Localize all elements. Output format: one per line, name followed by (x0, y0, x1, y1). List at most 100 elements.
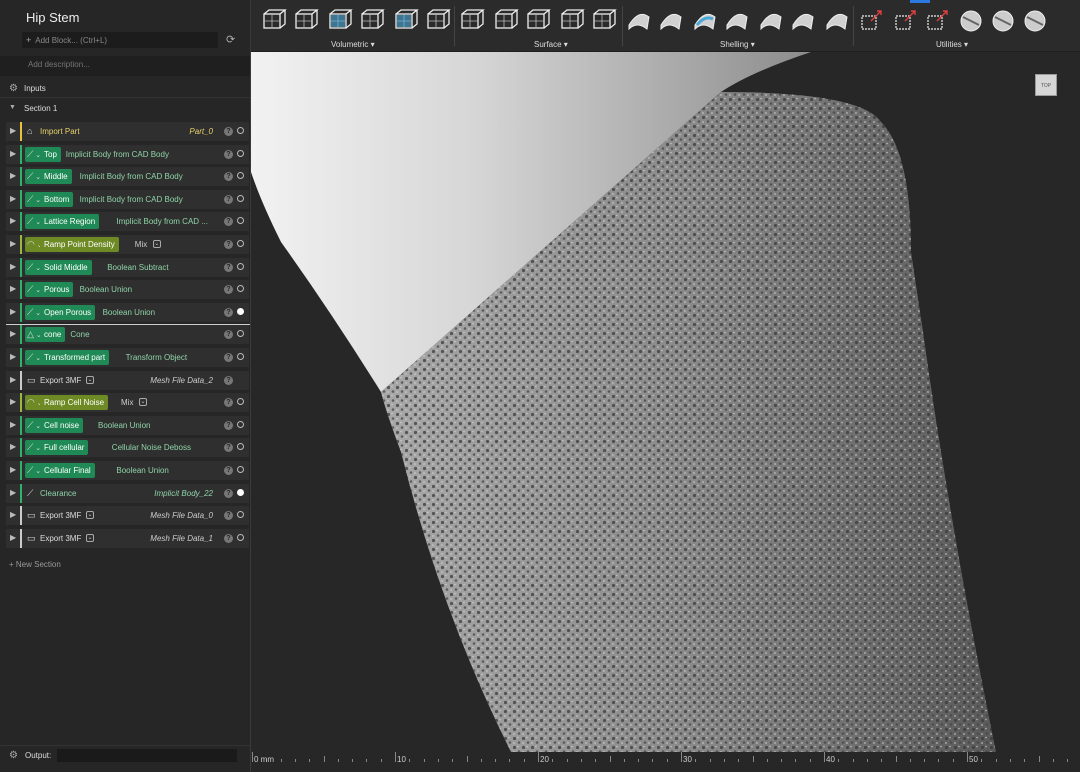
block-name[interactable]: Import Part (36, 124, 84, 139)
block-row[interactable]: ▶ ⟋ ⌄ Porous Boolean Union? (6, 280, 249, 300)
expand-arrow-icon[interactable]: ▶ (10, 194, 16, 203)
help-icon[interactable]: ? (224, 149, 233, 159)
view-cube[interactable]: TOP (1035, 74, 1057, 96)
block-name[interactable]: Export 3MF (36, 373, 85, 388)
block-row[interactable]: ▶ ⟋ ⌄ Solid Middle Boolean Subtract? (6, 257, 249, 277)
dropdown-icon[interactable]: ⌄ (152, 240, 161, 248)
wire-box-icon[interactable] (423, 7, 451, 35)
expand-arrow-icon[interactable]: ▶ (10, 239, 16, 248)
shell-curve-icon[interactable] (657, 7, 685, 35)
block-name[interactable]: Export 3MF (36, 508, 85, 523)
help-icon[interactable]: ? (224, 194, 233, 204)
block-row[interactable]: ▶ ⟋ ⌄ Cell noise Boolean Union? (6, 415, 249, 435)
block-row[interactable]: ▶ ⟋ Clearance Implicit Body_22? (6, 483, 249, 503)
block-name[interactable]: Open Porous (40, 304, 96, 320)
visibility-toggle[interactable] (237, 511, 244, 519)
block-row[interactable]: ▶ ◠ ⌄ Ramp Cell Noise Mix ⌄? (6, 393, 249, 413)
expand-arrow-icon[interactable]: ▶ (10, 533, 16, 542)
expand-arrow-icon[interactable]: ▶ (10, 216, 16, 225)
expand-arrow-icon[interactable]: ▶ (10, 465, 16, 474)
block-name[interactable]: Cell noise (40, 417, 84, 433)
block-row[interactable]: ▶ ⟋ ⌄ Middle Implicit Body from CAD Body? (6, 167, 249, 187)
block-row[interactable]: ▶ ▭ Export 3MF ⌄ Mesh File Data_2? (6, 370, 249, 390)
visibility-toggle[interactable] (237, 149, 244, 157)
block-row[interactable]: ▶ △ ⌄ cone Cone? (6, 325, 249, 345)
visibility-toggle[interactable] (237, 353, 244, 360)
block-name[interactable]: Top (40, 146, 61, 162)
visibility-toggle[interactable] (237, 194, 244, 202)
transform-icon[interactable] (857, 7, 885, 35)
grid-lattice-icon[interactable] (457, 7, 485, 35)
block-row[interactable]: ▶ ⟋ ⌄ Transformed part Transform Object? (6, 348, 249, 367)
dropdown-icon[interactable]: ⌄ (139, 398, 147, 407)
expand-arrow-icon[interactable]: ▶ (10, 262, 16, 271)
block-row[interactable]: ▶ ▭ Export 3MF ⌄ Mesh File Data_1? (6, 528, 249, 548)
expand-arrow-icon[interactable]: ▶ (10, 420, 16, 429)
visibility-toggle[interactable] (237, 127, 244, 134)
expand-arrow-icon[interactable]: ▶ (10, 149, 16, 158)
help-icon[interactable]: ? (224, 330, 233, 340)
add-block-input[interactable]: + Add Block... (Ctrl+L) (22, 32, 218, 48)
dropdown-icon[interactable]: ⌄ (86, 533, 94, 542)
block-row[interactable]: ▶ ⟋ ⌄ Cellular Final Boolean Union? (6, 461, 249, 480)
help-icon[interactable]: ? (224, 398, 233, 408)
help-icon[interactable]: ? (224, 240, 233, 249)
expand-arrow-icon[interactable]: ▶ (10, 510, 16, 519)
visibility-toggle[interactable] (237, 420, 244, 428)
workflow-title[interactable]: Hip Stem (26, 10, 79, 25)
strut-lattice-icon[interactable] (291, 7, 319, 35)
shelling-group-menu[interactable]: Shelling ▾ (720, 40, 755, 49)
block-row[interactable]: ▶ ⌂ Import Part Part_0? (6, 122, 249, 141)
expand-arrow-icon[interactable]: ▶ (10, 329, 16, 338)
conformal-surface-icon[interactable] (557, 7, 585, 35)
block-name[interactable]: Ramp Point Density (40, 237, 119, 252)
output-field[interactable] (57, 749, 237, 762)
volume-box-icon[interactable] (325, 7, 353, 35)
help-icon[interactable]: ? (224, 262, 233, 272)
block-name[interactable]: Transformed part (40, 350, 110, 365)
tpms-box-icon[interactable] (357, 7, 385, 35)
shell-cube-icon[interactable] (789, 7, 817, 35)
visibility-toggle[interactable] (237, 240, 244, 247)
lattice-cube-icon[interactable] (259, 7, 287, 35)
expand-arrow-icon[interactable]: ▶ (10, 307, 16, 316)
block-row[interactable]: ▶ ▭ Export 3MF ⌄ Mesh File Data_0? (6, 506, 249, 526)
visibility-toggle[interactable] (237, 285, 244, 293)
surface-group-menu[interactable]: Surface ▾ (534, 40, 568, 49)
expand-arrow-icon[interactable]: ▶ (10, 442, 16, 451)
inputs-header[interactable]: ⚙ Inputs (0, 80, 250, 98)
dropdown-icon[interactable]: ⌄ (86, 375, 94, 384)
help-icon[interactable]: ? (224, 488, 233, 498)
help-icon[interactable]: ? (224, 285, 233, 295)
surface-lattice-icon[interactable] (491, 7, 519, 35)
expand-arrow-icon[interactable]: ▶ (10, 171, 16, 180)
visibility-toggle[interactable] (237, 172, 244, 180)
block-row[interactable]: ▶ ⟋ ⌄ Full cellular Cellular Noise Deboss? (6, 438, 249, 458)
help-icon[interactable]: ? (224, 511, 233, 521)
3d-viewport[interactable]: TOP 0 mm 10 20 30 40 50 (251, 52, 1080, 772)
help-icon[interactable]: ? (224, 443, 233, 453)
sphere-icon[interactable] (957, 7, 985, 35)
volumetric-group-menu[interactable]: Volumetric ▾ (331, 40, 375, 49)
visibility-toggle[interactable] (237, 466, 244, 473)
new-section-button[interactable]: + New Section (9, 560, 61, 569)
help-icon[interactable]: ? (224, 307, 233, 317)
swept-surface-icon[interactable] (523, 7, 551, 35)
hex-surface-icon[interactable] (589, 7, 617, 35)
expand-arrow-icon[interactable]: ▶ (10, 397, 16, 406)
expand-arrow-icon[interactable]: ▶ (10, 126, 16, 135)
description-field[interactable]: Add description... (0, 56, 250, 76)
visibility-toggle[interactable] (237, 533, 244, 541)
refresh-icon[interactable]: ⟳ (226, 33, 235, 46)
help-icon[interactable]: ? (224, 217, 233, 227)
visibility-toggle[interactable] (237, 330, 244, 338)
block-row[interactable]: ▶ ◠ ⌄ Ramp Point Density Mix ⌄? (6, 235, 249, 254)
help-icon[interactable]: ? (224, 420, 233, 430)
offset-shell-icon[interactable] (723, 7, 751, 35)
help-icon[interactable]: ? (224, 127, 233, 136)
expand-arrow-icon[interactable]: ▶ (10, 284, 16, 293)
block-row[interactable]: ▶ ⟋ ⌄ Bottom Implicit Body from CAD Body? (6, 189, 249, 209)
block-row[interactable]: ▶ ⟋ ⌄ Open Porous Boolean Union? (6, 302, 249, 322)
block-row[interactable]: ▶ ⟋ ⌄ Top Implicit Body from CAD Body? (6, 144, 249, 164)
block-name[interactable]: Full cellular (40, 440, 89, 456)
